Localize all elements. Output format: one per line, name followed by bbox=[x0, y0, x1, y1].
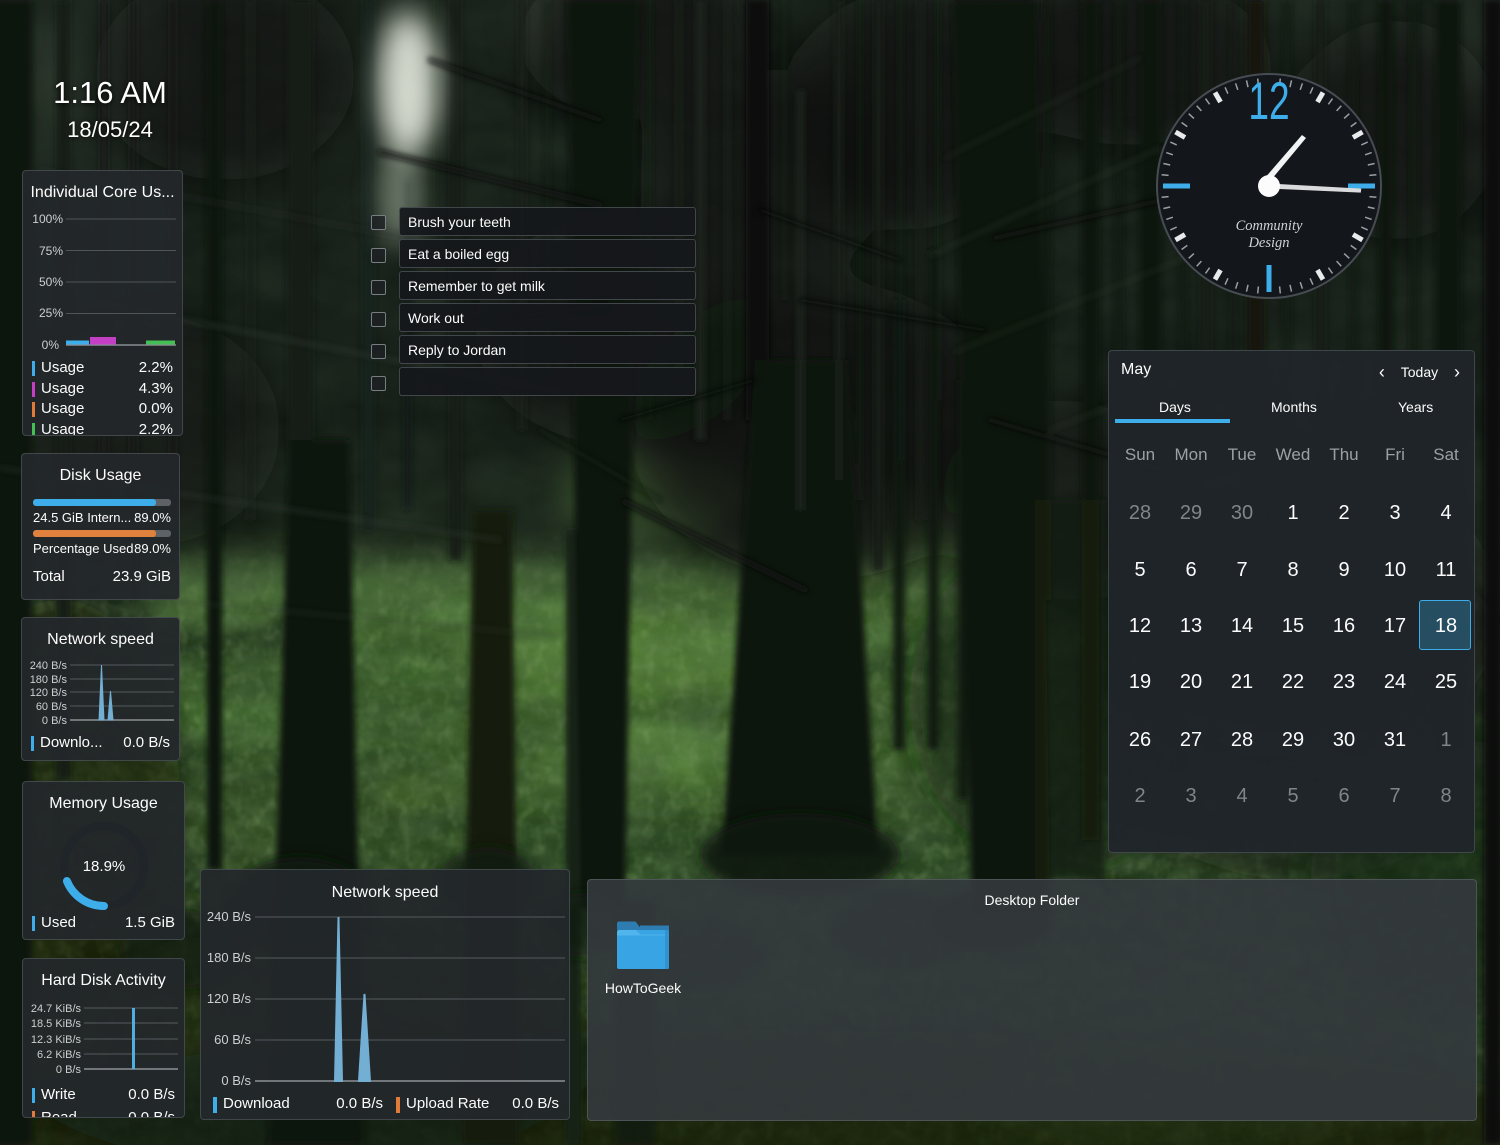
svg-text:12.3 KiB/s: 12.3 KiB/s bbox=[31, 1034, 82, 1046]
svg-text:180 B/s: 180 B/s bbox=[207, 950, 252, 965]
svg-text:Community: Community bbox=[1236, 218, 1303, 234]
svg-text:120 B/s: 120 B/s bbox=[30, 687, 68, 699]
svg-text:120 B/s: 120 B/s bbox=[207, 991, 252, 1006]
svg-text:6.2 KiB/s: 6.2 KiB/s bbox=[37, 1049, 82, 1061]
svg-text:100%: 100% bbox=[32, 212, 63, 226]
svg-text:0 B/s: 0 B/s bbox=[42, 715, 68, 727]
svg-text:0 B/s: 0 B/s bbox=[221, 1073, 251, 1088]
svg-text:0 B/s: 0 B/s bbox=[56, 1064, 82, 1076]
svg-text:60 B/s: 60 B/s bbox=[214, 1032, 251, 1047]
svg-text:0%: 0% bbox=[42, 338, 60, 352]
svg-text:Design: Design bbox=[1247, 235, 1289, 251]
svg-text:24.7 KiB/s: 24.7 KiB/s bbox=[31, 1003, 82, 1015]
svg-text:50%: 50% bbox=[39, 275, 63, 289]
svg-text:240 B/s: 240 B/s bbox=[30, 660, 68, 672]
svg-text:180 B/s: 180 B/s bbox=[30, 674, 68, 686]
svg-text:25%: 25% bbox=[39, 306, 63, 320]
svg-text:60 B/s: 60 B/s bbox=[36, 701, 68, 713]
svg-text:12: 12 bbox=[1248, 71, 1289, 130]
svg-text:18.9%: 18.9% bbox=[83, 858, 126, 875]
svg-text:240 B/s: 240 B/s bbox=[207, 909, 252, 924]
svg-text:75%: 75% bbox=[39, 244, 63, 258]
svg-text:18.5 KiB/s: 18.5 KiB/s bbox=[31, 1018, 82, 1030]
